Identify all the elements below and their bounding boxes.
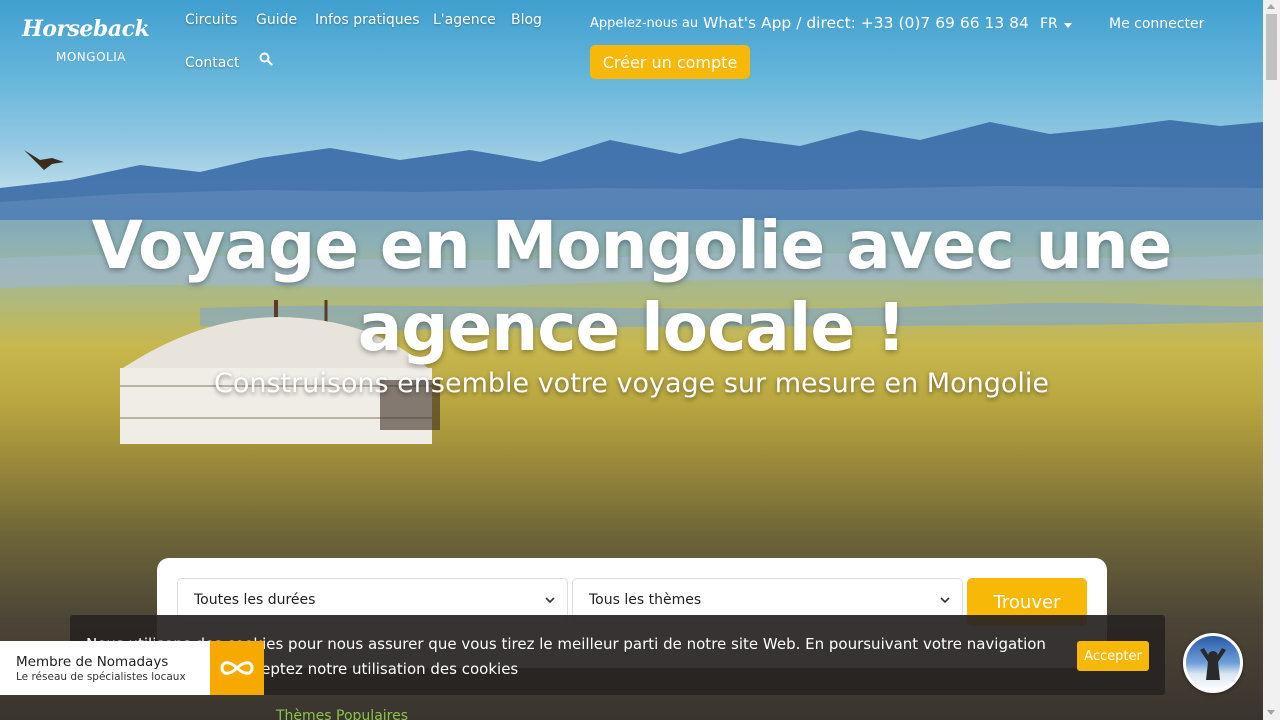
mountain-range-image [0,120,1263,220]
scroll-up-arrow-icon[interactable] [1267,4,1275,9]
call-us-label: Appelez-nous au [590,16,699,31]
logo-wordmark: Horseback [22,16,150,42]
chevron-down-icon [545,597,555,604]
hawk-image [24,150,64,170]
nav-infos-pratiques[interactable]: Infos pratiques [315,12,420,28]
search-icon[interactable] [259,52,273,66]
accept-cookies-button[interactable]: Accepter [1077,641,1149,671]
scrollbar-thumb[interactable] [1266,14,1277,80]
language-label: FR [1040,16,1058,32]
nav-contact[interactable]: Contact [185,55,239,71]
nomadays-badge[interactable]: Membre de Nomadays Le réseau de spéciali… [0,641,264,695]
theme-select-value: Tous les thèmes [589,592,702,608]
phone-number-link[interactable]: What's App / direct: +33 (0)7 69 66 13 8… [703,14,1029,32]
page-scrollbar[interactable] [1263,0,1280,720]
caret-down-icon [1063,22,1072,28]
nav-guide[interactable]: Guide [256,12,297,28]
chevron-down-icon [940,597,950,604]
site-logo[interactable]: Horseback MONGOLIA [22,14,150,70]
hero-title: Voyage en Mongolie avec une agence local… [91,207,1173,366]
nav-blog[interactable]: Blog [511,12,542,28]
nomadays-title: Membre de Nomadays [16,654,169,670]
login-link[interactable]: Me connecter [1109,16,1204,32]
nav-agence[interactable]: L'agence [433,12,496,28]
hero-subtitle: Construisons ensemble votre voyage sur m… [213,368,1050,399]
logo-subtitle: MONGOLIA [56,50,126,64]
nomadays-logo-icon [210,641,264,695]
scroll-down-arrow-icon[interactable] [1267,710,1275,715]
create-account-button[interactable]: Créer un compte [590,45,750,79]
nav-circuits[interactable]: Circuits [185,12,237,28]
popular-themes-heading: Thèmes Populaires [276,708,409,720]
person-icon [1200,648,1226,680]
language-selector[interactable]: FR [1040,16,1072,32]
duration-select-value: Toutes les durées [194,592,316,608]
nomadays-subtitle: Le réseau de spécialistes locaux [16,671,186,683]
chat-avatar[interactable] [1183,633,1243,693]
